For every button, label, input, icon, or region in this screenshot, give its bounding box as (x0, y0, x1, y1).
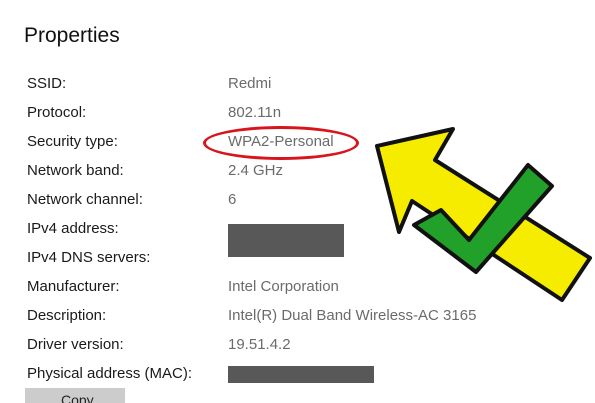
arrow-icon (375, 127, 592, 302)
annotation-overlay (375, 127, 592, 302)
copy-button-label: Copy (61, 392, 94, 403)
copy-button[interactable]: Copy (25, 388, 125, 403)
properties-panel: Properties SSID: Redmi Protocol: 802.11n… (0, 0, 595, 403)
